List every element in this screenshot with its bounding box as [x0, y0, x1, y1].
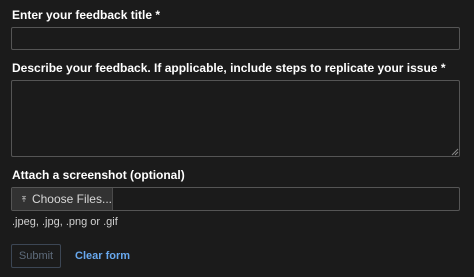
choose-files-label: Choose Files... [31, 192, 112, 206]
title-input[interactable] [11, 27, 460, 50]
title-label: Enter your feedback title * [12, 8, 161, 22]
upload-icon [21, 195, 26, 202]
file-upload-field[interactable]: Choose Files... [11, 187, 460, 211]
submit-button[interactable]: Submit [11, 244, 61, 268]
resize-grip-icon[interactable] [451, 148, 459, 156]
description-label: Describe your feedback. If applicable, i… [12, 61, 446, 75]
feedback-form: Enter your feedback title * Describe you… [0, 0, 474, 277]
file-types-hint: .jpeg, .jpg, .png or .gif [12, 216, 118, 228]
choose-files-button[interactable]: Choose Files... [12, 188, 113, 210]
description-textarea[interactable] [11, 80, 460, 157]
clear-form-link[interactable]: Clear form [75, 250, 130, 262]
screenshot-label: Attach a screenshot (optional) [12, 168, 185, 182]
